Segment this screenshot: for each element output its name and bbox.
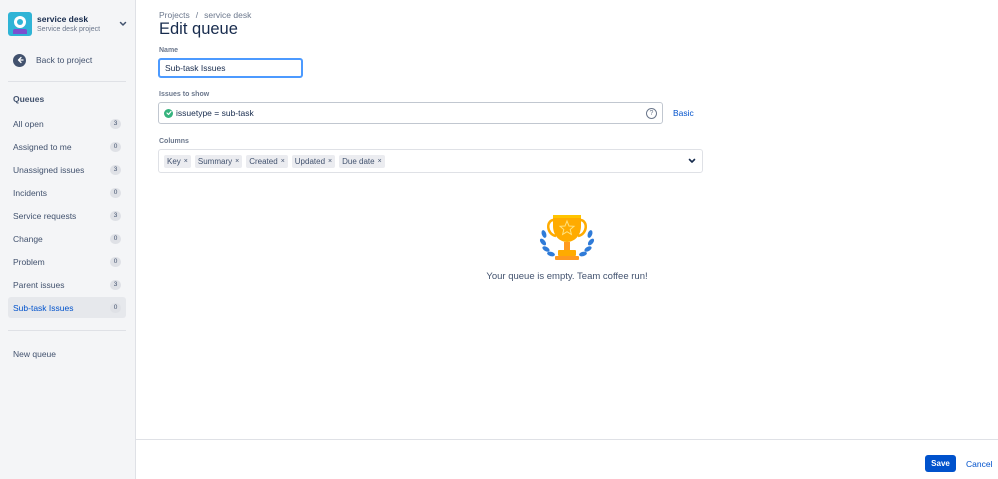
jql-query-input[interactable]: issuetype = sub-task ? (158, 102, 663, 124)
queue-label: Service requests (13, 210, 77, 221)
queue-count-badge: 0 (110, 302, 121, 313)
column-chip-key: Key × (164, 154, 191, 168)
sidebar-divider (8, 81, 126, 82)
basic-mode-link[interactable]: Basic (673, 108, 694, 118)
columns-field-label: Columns (159, 138, 189, 145)
remove-column-icon[interactable]: × (184, 158, 188, 165)
save-button[interactable]: Save (925, 455, 956, 472)
breadcrumb: Projects / service desk (159, 10, 251, 20)
remove-column-icon[interactable]: × (328, 158, 332, 165)
queue-item-parent-issues[interactable]: Parent issues 3 (8, 274, 126, 295)
chip-label: Updated (294, 156, 326, 166)
project-type: Service desk project (37, 25, 101, 33)
queue-item-change[interactable]: Change 0 (8, 228, 126, 249)
queue-label: Sub-task Issues (13, 302, 74, 313)
queue-count-badge: 3 (110, 279, 121, 290)
queue-label: Change (13, 233, 43, 244)
chip-label: Created (249, 156, 278, 166)
queue-label: Incidents (13, 187, 48, 198)
column-chip-summary: Summary × (194, 154, 243, 168)
back-to-project-link[interactable]: Back to project (13, 52, 123, 68)
queue-count-badge: 0 (110, 256, 121, 267)
checkmark-valid-icon (164, 108, 173, 118)
queue-label: Unassigned issues (13, 164, 85, 175)
help-icon[interactable]: ? (646, 107, 657, 119)
queue-name-input[interactable] (158, 58, 303, 78)
column-chip-created: Created × (246, 154, 288, 168)
jql-query-text: issuetype = sub-task (176, 108, 254, 118)
queue-label: Parent issues (13, 279, 65, 290)
back-to-project-label: Back to project (36, 55, 93, 65)
breadcrumb-service-desk[interactable]: service desk (204, 10, 251, 20)
cancel-link[interactable]: Cancel (966, 459, 992, 469)
project-switcher[interactable]: service desk Service desk project (8, 9, 128, 39)
queue-count-badge: 3 (110, 210, 121, 221)
sidebar: service desk Service desk project Back t… (0, 0, 136, 479)
chip-label: Summary (197, 156, 233, 166)
chevron-down-icon[interactable] (687, 156, 697, 166)
footer-divider (136, 439, 998, 440)
sidebar-divider (8, 330, 126, 331)
column-chip-due-date: Due date × (339, 154, 385, 168)
queue-label: Assigned to me (13, 141, 72, 152)
project-name: service desk (37, 14, 89, 25)
empty-state-message: Your queue is empty. Team coffee run! (486, 271, 648, 282)
chevron-down-icon[interactable] (118, 19, 128, 29)
queue-item-all-open[interactable]: All open 3 (8, 113, 126, 134)
queue-count-badge: 3 (110, 118, 121, 129)
queue-count-badge: 0 (110, 187, 121, 198)
queue-label: All open (13, 118, 44, 129)
trophy-icon (539, 215, 595, 260)
queues-heading: Queues (13, 94, 45, 104)
queue-item-service-requests[interactable]: Service requests 3 (8, 205, 126, 226)
columns-select[interactable]: Key × Summary × Created × Updated × Due … (158, 149, 703, 173)
queue-item-assigned-to-me[interactable]: Assigned to me 0 (8, 136, 126, 157)
remove-column-icon[interactable]: × (281, 158, 285, 165)
project-avatar-icon (8, 12, 32, 36)
chip-label: Due date (342, 156, 375, 166)
arrow-left-icon (13, 53, 26, 67)
breadcrumb-projects[interactable]: Projects (159, 10, 190, 20)
remove-column-icon[interactable]: × (235, 158, 239, 165)
remove-column-icon[interactable]: × (378, 158, 382, 165)
issues-to-show-label: Issues to show (159, 91, 210, 98)
queue-item-problem[interactable]: Problem 0 (8, 251, 126, 272)
queue-item-sub-task-issues[interactable]: Sub-task Issues 0 (8, 297, 126, 318)
column-chip-updated: Updated × (291, 154, 336, 168)
queue-item-incidents[interactable]: Incidents 0 (8, 182, 126, 203)
chip-label: Key (167, 156, 181, 166)
queue-count-badge: 0 (110, 233, 121, 244)
queue-count-badge: 3 (110, 164, 121, 175)
queue-label: Problem (13, 256, 45, 267)
new-queue-link[interactable]: New queue (13, 349, 56, 359)
name-field-label: Name (159, 47, 179, 54)
page-title: Edit queue (159, 20, 238, 38)
queue-item-unassigned-issues[interactable]: Unassigned issues 3 (8, 159, 126, 180)
queue-count-badge: 0 (110, 141, 121, 152)
breadcrumb-separator: / (195, 10, 199, 20)
